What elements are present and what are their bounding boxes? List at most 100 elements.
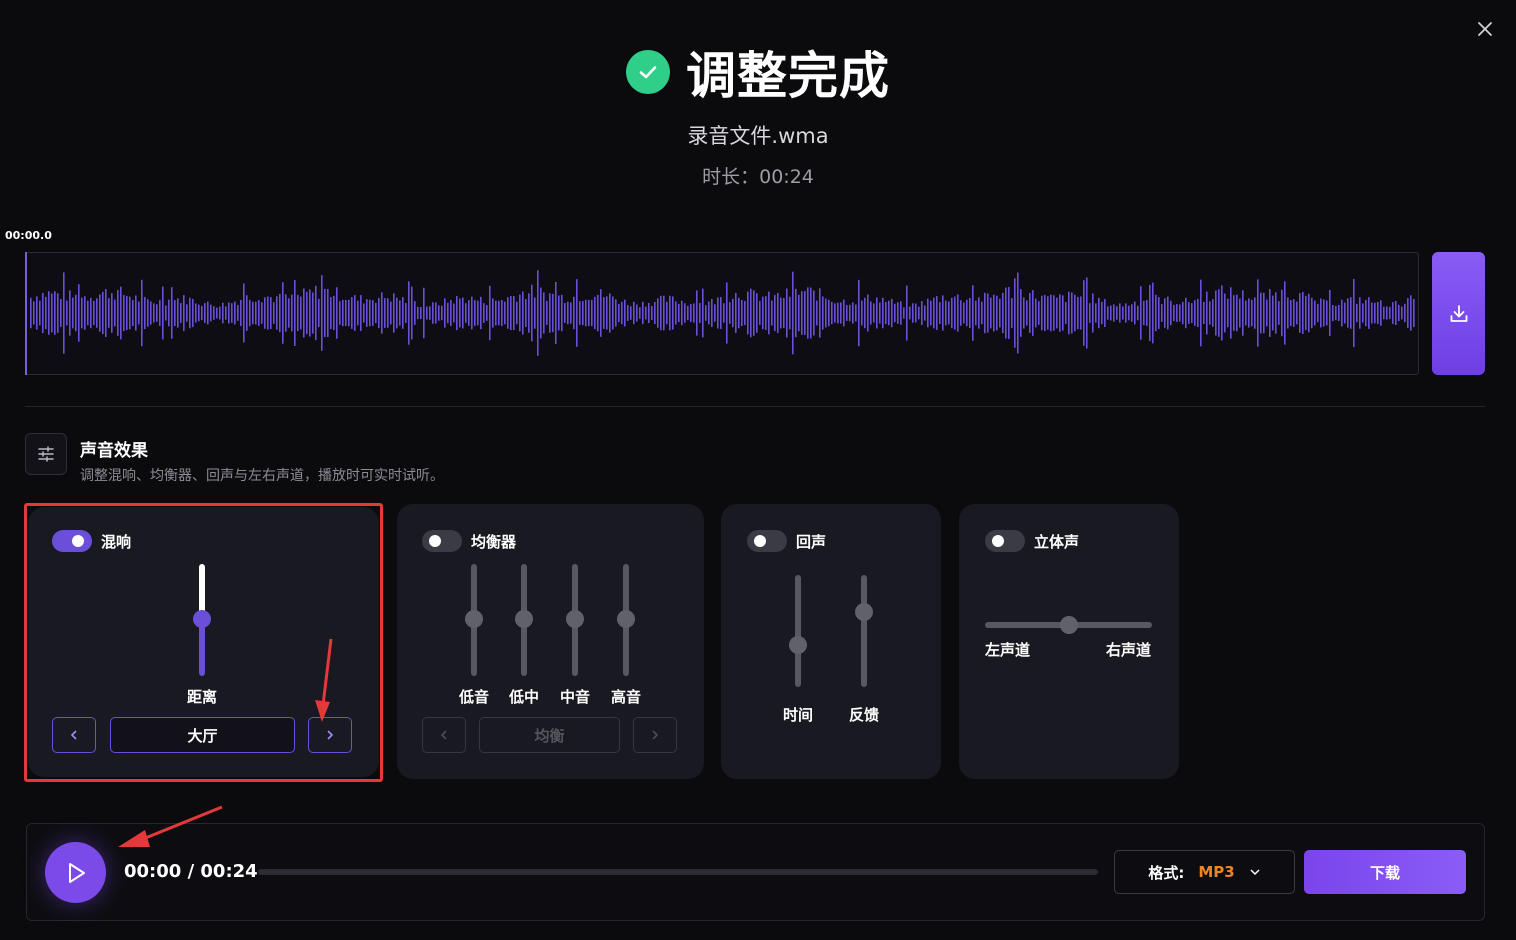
waveform-bar [1389, 306, 1391, 320]
waveform-bar [114, 299, 116, 327]
waveform-bar [1368, 297, 1370, 329]
waveform-bar [546, 301, 548, 325]
waveform-bar [1164, 298, 1166, 328]
waveform-bar [753, 290, 755, 336]
waveform-bar [288, 298, 290, 328]
waveform-bar [309, 289, 311, 337]
stereo-right-label: 右声道 [1106, 641, 1152, 659]
waveform-bar [1023, 297, 1025, 329]
waveform-bar [126, 295, 128, 331]
waveform-bar [105, 288, 107, 338]
waveform-bar [60, 299, 62, 327]
waveform-bar [603, 297, 605, 329]
waveform-bar [99, 294, 101, 332]
waveform-bar [1305, 295, 1307, 331]
waveform-bar [57, 293, 59, 333]
eq-band-knob[interactable] [515, 610, 533, 628]
waveform-bar [219, 306, 221, 320]
waveform-bar [1224, 293, 1226, 333]
reverb-distance-knob[interactable] [193, 610, 211, 628]
waveform-bar [642, 301, 644, 325]
waveform-bar [1176, 304, 1178, 322]
echo-time-knob[interactable] [789, 636, 807, 654]
stereo-toggle[interactable] [985, 530, 1025, 552]
waveform-bar [249, 299, 251, 327]
echo-time-slider[interactable] [795, 575, 801, 687]
waveform-bar [93, 300, 95, 326]
waveform-bar [864, 297, 866, 329]
waveform-bar [1278, 301, 1280, 325]
waveform-bar [765, 296, 767, 330]
playback-progress-bar[interactable] [258, 869, 1098, 875]
waveform-bar [582, 300, 584, 326]
format-select[interactable]: 格式: MP3 [1114, 850, 1295, 894]
waveform-bar [339, 301, 341, 325]
eq-band-knob[interactable] [617, 610, 635, 628]
download-button[interactable]: 下载 [1304, 850, 1466, 894]
waveform-bar [429, 306, 431, 320]
waveform-bar [1155, 294, 1157, 332]
waveform-bar [534, 297, 536, 329]
waveform-bar [531, 284, 533, 342]
waveform-bar [1125, 303, 1127, 323]
echo-feedback-knob[interactable] [855, 603, 873, 621]
waveform-bar [291, 294, 293, 332]
eq-band-knob[interactable] [566, 610, 584, 628]
waveform-bar [351, 297, 353, 329]
echo-feedback-slider[interactable] [861, 575, 867, 687]
waveform-bar [444, 298, 446, 328]
waveform-bar [1275, 292, 1277, 334]
reverb-next-button[interactable] [308, 717, 352, 753]
waveform-bar [45, 296, 47, 330]
waveform-bar [1137, 305, 1139, 321]
waveform-bar [1092, 293, 1094, 333]
waveform-bar [1005, 287, 1007, 339]
reverb-prev-button[interactable] [52, 717, 96, 753]
waveform-bar [417, 306, 419, 320]
waveform-bar [519, 294, 521, 332]
chevron-left-icon [440, 730, 447, 740]
waveform-bar [957, 294, 959, 332]
waveform-bar [585, 299, 587, 327]
equalizer-toggle[interactable] [422, 530, 462, 552]
waveform-bar [276, 296, 278, 330]
waveform-bar [1116, 306, 1118, 320]
waveform-bar [1218, 289, 1220, 337]
waveform-bar [1227, 298, 1229, 328]
stereo-balance-knob[interactable] [1060, 616, 1078, 634]
waveform-bar [1209, 301, 1211, 325]
waveform-bar [537, 270, 539, 356]
waveform-bar [69, 290, 71, 336]
waveform-bar [915, 303, 917, 323]
waveform-bar [1017, 272, 1019, 354]
waveform-bar [366, 299, 368, 327]
waveform-bar [954, 296, 956, 330]
waveform-bar [1377, 302, 1379, 324]
eq-band-label: 低中 [508, 688, 539, 706]
waveform-bar [699, 302, 701, 324]
close-button[interactable] [1472, 16, 1498, 42]
waveform-bar [1095, 303, 1097, 323]
waveform-bar [1215, 290, 1217, 336]
waveform-bar [933, 297, 935, 329]
waveform-bar [963, 302, 965, 324]
waveform-bar [969, 298, 971, 328]
waveform-bar [852, 302, 854, 324]
waveform-bar [153, 303, 155, 323]
eq-band-knob[interactable] [465, 610, 483, 628]
equalizer-prev-button[interactable] [422, 717, 466, 753]
waveform-bar [498, 300, 500, 326]
waveform-download-button[interactable] [1432, 252, 1485, 375]
waveform-bar [294, 280, 296, 346]
reverb-toggle[interactable] [52, 530, 92, 552]
equalizer-next-button[interactable] [633, 717, 677, 753]
waveform-bar [1323, 299, 1325, 327]
playhead-cursor[interactable] [25, 252, 27, 375]
waveform-bar [474, 300, 476, 326]
waveform-bar [1338, 304, 1340, 322]
play-button[interactable] [45, 842, 106, 903]
waveform-bar [1413, 298, 1415, 328]
waveform-bar [1203, 301, 1205, 325]
echo-toggle[interactable] [747, 530, 787, 552]
waveform-bar [1131, 304, 1133, 322]
